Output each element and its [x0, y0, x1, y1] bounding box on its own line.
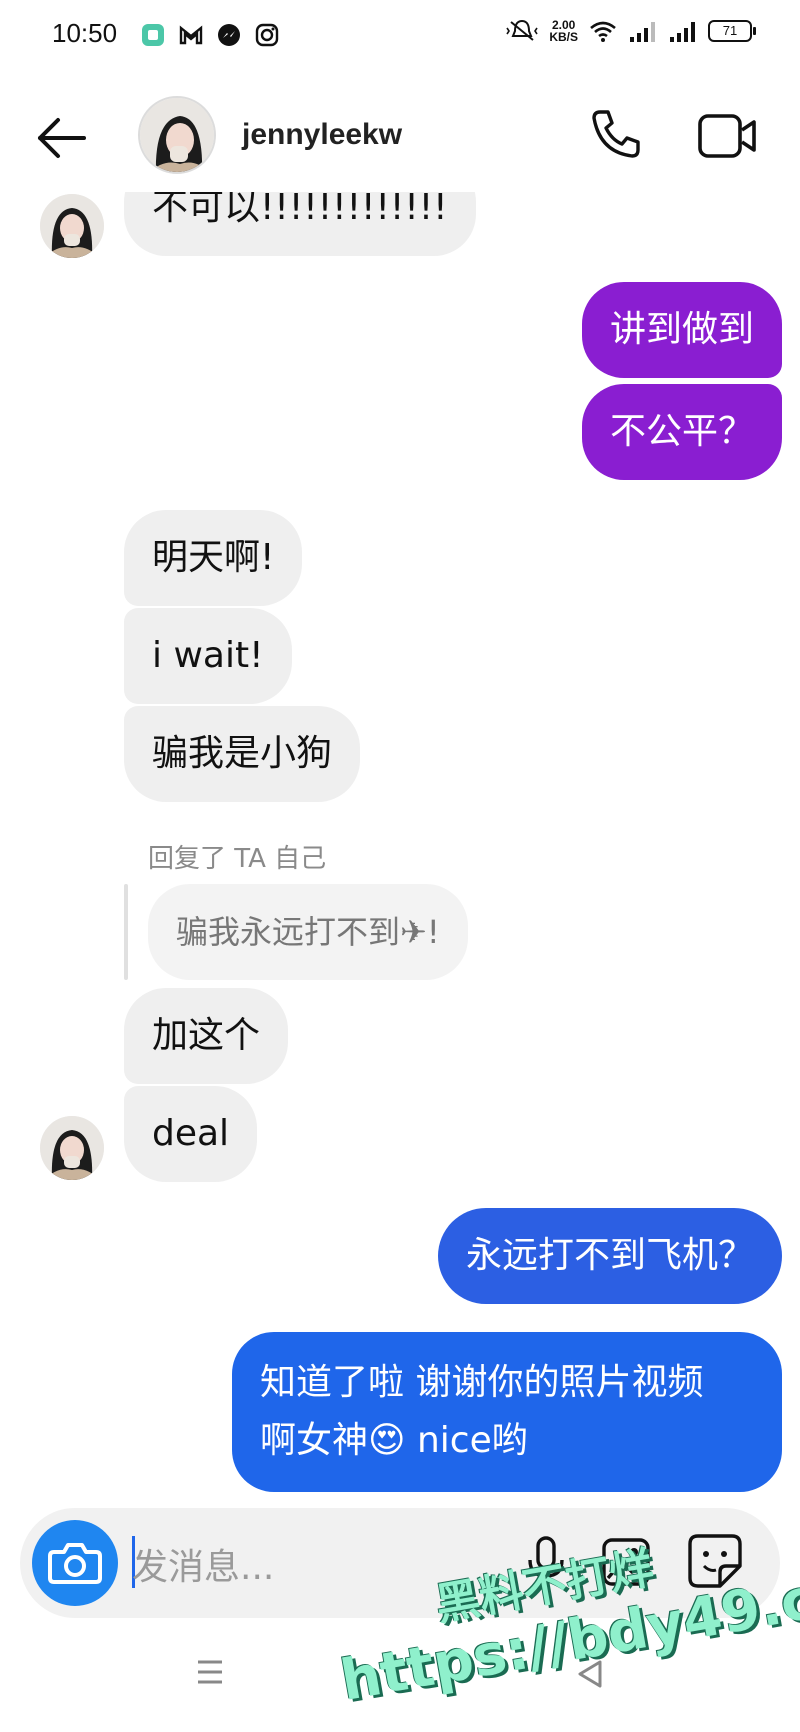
reply-label: 回复了 TA 自己	[148, 844, 327, 874]
status-right: 2.00 KB/S 71	[505, 18, 756, 44]
message-incoming[interactable]: i wait!	[124, 608, 292, 704]
heart-eyes-emoji: 😍	[368, 1420, 406, 1461]
mute-bell-icon	[506, 19, 538, 41]
signal-icon-1	[630, 22, 655, 42]
message-outgoing-multiline[interactable]: 知道了啦 谢谢你的照片视频 啊女神😍 nice哟	[232, 1332, 782, 1492]
instagram-icon	[255, 23, 279, 47]
wifi-icon	[590, 21, 616, 42]
recent-apps-icon[interactable]	[190, 1652, 230, 1692]
network-speed-unit: KB/S	[549, 30, 578, 44]
sender-avatar	[40, 1116, 104, 1180]
message-line-2-prefix: 啊女神	[260, 1420, 369, 1461]
message-outgoing[interactable]: 永远打不到飞机？	[437, 1208, 782, 1304]
message-incoming[interactable]: 明天啊!	[124, 510, 303, 606]
message-line-2: 啊女神😍 nice哟	[260, 1412, 754, 1470]
phone-call-icon[interactable]	[588, 106, 644, 162]
network-speed: 2.00 KB/S	[549, 19, 578, 43]
back-arrow-icon[interactable]	[34, 110, 90, 166]
gmail-icon	[179, 25, 203, 45]
message-incoming[interactable]: 不可以!!!!!!!!!!!!!	[124, 192, 476, 256]
message-outgoing[interactable]: 讲到做到	[581, 282, 782, 378]
sender-avatar	[40, 194, 104, 258]
avatar-image	[40, 194, 104, 258]
message-outgoing[interactable]: 不公平？	[581, 384, 782, 480]
contact-username[interactable]: jennyleekw	[242, 118, 402, 152]
message-line-1: 知道了啦 谢谢你的照片视频	[260, 1362, 704, 1403]
contact-avatar[interactable]	[138, 96, 216, 174]
chat-header: jennyleekw	[0, 82, 800, 192]
status-bar: 10:50 2.00 KB/S 71	[0, 0, 800, 72]
camera-icon	[48, 1543, 102, 1584]
message-input[interactable]: 发消息...	[132, 1538, 274, 1590]
battery-indicator: 71	[708, 20, 756, 42]
replied-message-quote[interactable]: 骗我永远打不到✈!	[148, 884, 468, 980]
status-time: 10:50	[52, 18, 118, 48]
avatar-image	[40, 1116, 104, 1180]
reply-indicator-line	[124, 884, 128, 980]
signal-icon-2	[670, 22, 695, 42]
message-thread: 不可以!!!!!!!!!!!!! 讲到做到 不公平？ 明天啊! i wait! …	[0, 192, 800, 1502]
message-incoming[interactable]: deal	[124, 1086, 258, 1182]
app-notification-icon	[142, 24, 164, 46]
message-incoming[interactable]: 骗我是小狗	[124, 706, 361, 802]
message-line-2-suffix: nice哟	[405, 1420, 528, 1461]
video-call-icon[interactable]	[696, 108, 760, 164]
camera-button[interactable]	[32, 1520, 118, 1606]
messenger-icon	[218, 24, 240, 46]
message-incoming[interactable]: 加这个	[124, 988, 289, 1084]
notification-icons	[140, 22, 280, 48]
avatar-image	[140, 98, 214, 172]
